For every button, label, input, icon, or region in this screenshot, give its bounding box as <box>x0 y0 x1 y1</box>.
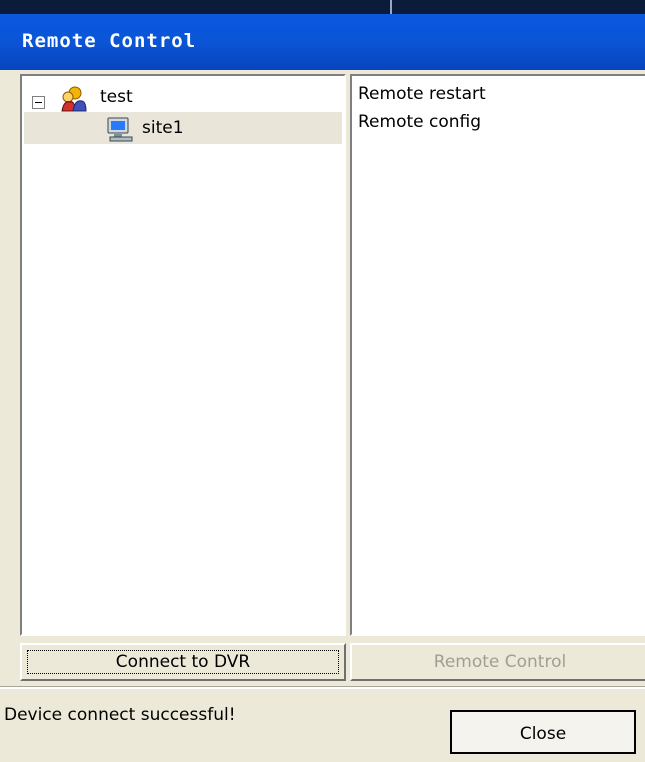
connect-to-dvr-button[interactable]: Connect to DVR <box>20 643 346 681</box>
user-group-icon <box>61 86 87 112</box>
tree-node-site1[interactable]: site1 <box>24 112 342 144</box>
device-tree[interactable]: test site1 <box>20 74 346 636</box>
window-title: Remote Control <box>22 30 197 52</box>
list-item-remote-restart[interactable]: Remote restart <box>358 84 486 104</box>
tree-label-test: test <box>100 87 133 107</box>
status-message: Device connect successful! <box>4 705 236 725</box>
divider <box>0 686 645 689</box>
remote-control-button[interactable]: Remote Control <box>350 643 645 681</box>
tree-node-test[interactable]: test <box>22 82 342 112</box>
tree-label-site1: site1 <box>142 118 184 138</box>
strip-divider <box>390 0 392 14</box>
list-item-remote-config[interactable]: Remote config <box>358 112 481 132</box>
remote-control-label: Remote Control <box>433 652 567 672</box>
top-strip <box>0 0 645 14</box>
focus-ring <box>27 650 339 674</box>
title-bar[interactable]: Remote Control <box>0 14 645 70</box>
collapse-icon[interactable] <box>32 96 45 109</box>
command-list[interactable]: Remote restart Remote config <box>350 74 645 636</box>
computer-icon <box>107 117 133 142</box>
close-button[interactable]: Close <box>450 710 636 754</box>
